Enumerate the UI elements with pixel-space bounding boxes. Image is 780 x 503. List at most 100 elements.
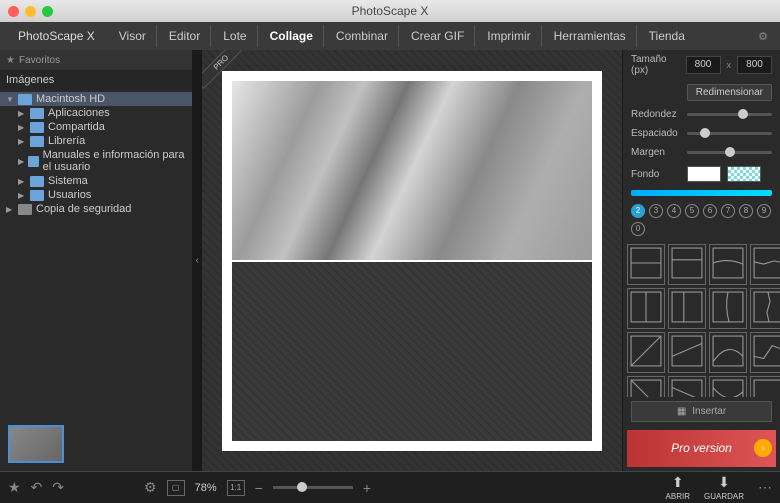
template[interactable] xyxy=(668,288,706,329)
template[interactable] xyxy=(627,244,665,285)
fit-screen-icon[interactable]: ▢ xyxy=(167,480,185,496)
save-button[interactable]: ⬇GUARDAR xyxy=(704,474,744,501)
template[interactable] xyxy=(668,244,706,285)
template[interactable] xyxy=(627,288,665,329)
collage-slot-2[interactable] xyxy=(232,262,592,441)
template[interactable] xyxy=(750,332,780,373)
canvas-area[interactable] xyxy=(202,50,622,471)
tab-tienda[interactable]: Tienda xyxy=(639,25,695,47)
page-9[interactable]: 9 xyxy=(757,204,771,218)
page-5[interactable]: 5 xyxy=(685,204,699,218)
more-icon[interactable]: ⋯ xyxy=(758,479,772,496)
tree-item-usuarios[interactable]: ▶Usuarios xyxy=(0,188,192,202)
margin-slider[interactable] xyxy=(687,151,772,154)
arrow-icon: › xyxy=(754,439,772,457)
zoom-slider[interactable] xyxy=(273,486,353,489)
page-6[interactable]: 6 xyxy=(703,204,717,218)
height-input[interactable]: 800 xyxy=(737,56,772,74)
pro-promo[interactable]: Pro version › xyxy=(627,430,776,467)
page-2[interactable]: 2 xyxy=(631,204,645,218)
margin-label: Margen xyxy=(631,147,681,158)
pane-divider[interactable]: ‹ xyxy=(192,50,202,471)
tree-item-compartida[interactable]: ▶Compartida xyxy=(0,120,192,134)
maximize-icon[interactable] xyxy=(42,6,53,17)
background-label: Fondo xyxy=(631,169,681,180)
tab-visor[interactable]: Visor xyxy=(109,25,157,47)
properties-panel: Tamaño (px) 800 x 800 Redimensionar Redo… xyxy=(622,50,780,471)
roundness-label: Redondez xyxy=(631,109,681,120)
tree-item-libreria[interactable]: ▶Librería xyxy=(0,134,192,148)
tree-item-sistema[interactable]: ▶Sistema xyxy=(0,174,192,188)
favorites-label: Favoritos xyxy=(19,55,60,66)
insert-button[interactable]: ▦ Insertar xyxy=(631,401,772,422)
actual-size-button[interactable]: 1:1 xyxy=(227,480,245,496)
chevron-left-icon: ‹ xyxy=(195,255,198,266)
thumbnail-strip xyxy=(0,417,192,471)
tab-combinar[interactable]: Combinar xyxy=(326,25,399,47)
page-4[interactable]: 4 xyxy=(667,204,681,218)
window-title: PhotoScape X xyxy=(352,4,429,18)
folder-tree: ▼Macintosh HD ▶Aplicaciones ▶Compartida … xyxy=(0,90,192,218)
spacing-slider[interactable] xyxy=(687,132,772,135)
download-icon: ⬇ xyxy=(718,474,730,491)
redo-icon[interactable]: ↷ xyxy=(52,479,64,496)
roundness-slider[interactable] xyxy=(687,113,772,116)
open-button[interactable]: ⬆ABRIR xyxy=(666,474,690,501)
template[interactable] xyxy=(709,288,747,329)
template[interactable] xyxy=(750,376,780,397)
page-0[interactable]: 0 xyxy=(631,222,645,236)
tree-item-manuales[interactable]: ▶Manuales e información para el usuario xyxy=(0,148,192,174)
collage-slot-1[interactable] xyxy=(232,81,592,260)
page-7[interactable]: 7 xyxy=(721,204,735,218)
grid-icon: ▦ xyxy=(677,406,686,417)
tree-item-macintosh-hd[interactable]: ▼Macintosh HD xyxy=(0,92,192,106)
star-icon[interactable]: ★ xyxy=(8,479,21,496)
page-3[interactable]: 3 xyxy=(649,204,663,218)
template[interactable] xyxy=(750,288,780,329)
template[interactable] xyxy=(668,376,706,397)
bg-pattern-swatch[interactable] xyxy=(727,166,761,182)
star-icon: ★ xyxy=(6,55,15,66)
tree-item-aplicaciones[interactable]: ▶Aplicaciones xyxy=(0,106,192,120)
zoom-value: 78% xyxy=(195,482,217,494)
page-8[interactable]: 8 xyxy=(739,204,753,218)
tab-crear-gif[interactable]: Crear GIF xyxy=(401,25,475,47)
template[interactable] xyxy=(627,332,665,373)
resize-button[interactable]: Redimensionar xyxy=(687,84,772,101)
minimize-icon[interactable] xyxy=(25,6,36,17)
bg-color-swatch[interactable] xyxy=(687,166,721,182)
template[interactable] xyxy=(627,376,665,397)
template[interactable] xyxy=(750,244,780,285)
tree-item-copia[interactable]: ▶Copia de seguridad xyxy=(0,202,192,216)
titlebar: PhotoScape X xyxy=(0,0,780,22)
template[interactable] xyxy=(709,376,747,397)
tab-collage[interactable]: Collage xyxy=(260,25,324,47)
upload-icon: ⬆ xyxy=(672,474,684,491)
undo-icon[interactable]: ↶ xyxy=(31,479,43,496)
collage-frame[interactable] xyxy=(222,71,602,451)
size-label: Tamaño (px) xyxy=(631,54,680,76)
brand-label[interactable]: PhotoScape X xyxy=(8,25,107,47)
color-bar[interactable] xyxy=(631,190,772,196)
zoom-in-icon[interactable]: + xyxy=(363,480,371,496)
sidebar: ★ Favoritos Imágenes ▼Macintosh HD ▶Apli… xyxy=(0,50,192,471)
close-icon[interactable] xyxy=(8,6,19,17)
template-grid xyxy=(623,240,780,397)
tab-herramientas[interactable]: Herramientas xyxy=(544,25,637,47)
settings-icon[interactable]: ⚙ xyxy=(754,26,772,47)
settings-icon[interactable]: ⚙ xyxy=(144,479,157,496)
template[interactable] xyxy=(709,244,747,285)
spacing-label: Espaciado xyxy=(631,128,681,139)
width-input[interactable]: 800 xyxy=(686,56,721,74)
images-header: Imágenes xyxy=(0,70,192,90)
template[interactable] xyxy=(668,332,706,373)
template-pages: 2 3 4 5 6 7 8 9 0 xyxy=(623,200,780,240)
footer-toolbar: ★ ↶ ↷ ⚙ ▢ 78% 1:1 − + ⬆ABRIR ⬇GUARDAR ⋯ xyxy=(0,471,780,503)
tab-imprimir[interactable]: Imprimir xyxy=(477,25,541,47)
template[interactable] xyxy=(709,332,747,373)
favorites-bar[interactable]: ★ Favoritos xyxy=(0,50,192,70)
tab-lote[interactable]: Lote xyxy=(213,25,257,47)
tab-editor[interactable]: Editor xyxy=(159,25,211,47)
zoom-out-icon[interactable]: − xyxy=(255,480,263,496)
thumbnail[interactable] xyxy=(8,425,64,463)
